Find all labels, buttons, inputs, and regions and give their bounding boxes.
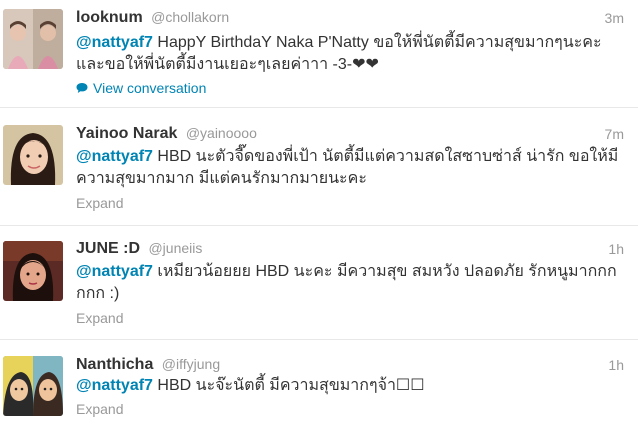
avatar[interactable] [3, 241, 63, 301]
tweet-item[interactable]: looknum @chollakorn 3m @nattyaf7 HappY B… [0, 0, 638, 108]
tweet-mention-link[interactable]: @nattyaf7 [76, 148, 153, 165]
tweet-timestamp[interactable]: 7m [605, 126, 624, 142]
tweet-timestamp[interactable]: 1h [608, 241, 624, 257]
expand-link[interactable]: Expand [76, 310, 123, 326]
view-conversation-label: View conversation [93, 80, 207, 96]
tweet-author-username[interactable]: @yainoooo [186, 125, 257, 141]
tweet-header: Nanthicha @iffyjung 1h [76, 356, 624, 376]
tweet-body: HappY BirthdaY Naka P'Natty ขอให้พี่นัตต… [76, 34, 602, 73]
tweet-timeline: looknum @chollakorn 3m @nattyaf7 HappY B… [0, 0, 638, 435]
expand-link[interactable]: Expand [76, 401, 123, 417]
tweet-header: Yainoo Narak @yainoooo 7m [76, 125, 624, 145]
tweet-author-name[interactable]: Nanthicha [76, 356, 153, 373]
avatar[interactable] [3, 356, 63, 416]
tweet-item[interactable]: Yainoo Narak @yainoooo 7m @nattyaf7 HBD … [0, 108, 638, 226]
tweet-text: @nattyaf7 HBD นะจ๊ะนัตตี้ มีความสุขมากๆจ… [76, 375, 628, 397]
tweet-header: JUNE :D @juneiis 1h [76, 240, 624, 260]
tweet-text: @nattyaf7 เหมียวน้อยยย HBD นะคะ มีความสุ… [76, 261, 628, 305]
avatar-photo-icon [3, 125, 63, 185]
avatar-photo-icon [3, 9, 63, 69]
tweet-author-name[interactable]: Yainoo Narak [76, 125, 177, 142]
tweet-body: HBD นะตัวจี๊ดของพี่เป้า นัตตี้มีแต่ความส… [76, 148, 619, 187]
tweet-item[interactable]: Nanthicha @iffyjung 1h @nattyaf7 HBD นะจ… [0, 340, 638, 435]
speech-bubble-icon [76, 82, 88, 94]
avatar-photo-icon [3, 241, 63, 301]
tweet-item[interactable]: JUNE :D @juneiis 1h @nattyaf7 เหมียวน้อย… [0, 226, 638, 340]
tweet-mention-link[interactable]: @nattyaf7 [76, 263, 153, 280]
avatar-photo-icon [3, 356, 63, 416]
tweet-author-username[interactable]: @juneiis [148, 240, 202, 256]
tweet-author-name[interactable]: looknum [76, 9, 143, 26]
expand-link[interactable]: Expand [76, 195, 123, 211]
tweet-body: HBD นะจ๊ะนัตตี้ มีความสุขมากๆจ้า☐☐ [152, 377, 425, 394]
tweet-timestamp[interactable]: 3m [605, 10, 624, 26]
tweet-header: looknum @chollakorn 3m [76, 9, 624, 29]
tweet-author-username[interactable]: @iffyjung [162, 356, 220, 372]
tweet-timestamp[interactable]: 1h [608, 357, 624, 373]
view-conversation-link[interactable]: View conversation [76, 80, 206, 96]
tweet-text: @nattyaf7 HappY BirthdaY Naka P'Natty ขอ… [76, 32, 628, 76]
tweet-body: เหมียวน้อยยย HBD นะคะ มีความสุข สมหวัง ป… [76, 263, 617, 302]
tweet-text: @nattyaf7 HBD นะตัวจี๊ดของพี่เป้า นัตตี้… [76, 146, 628, 190]
tweet-author-name[interactable]: JUNE :D [76, 240, 140, 257]
tweet-mention-link[interactable]: @nattyaf7 [76, 377, 153, 394]
tweet-mention-link[interactable]: @nattyaf7 [76, 34, 153, 51]
avatar[interactable] [3, 125, 63, 185]
avatar[interactable] [3, 9, 63, 69]
tweet-author-username[interactable]: @chollakorn [151, 9, 229, 25]
